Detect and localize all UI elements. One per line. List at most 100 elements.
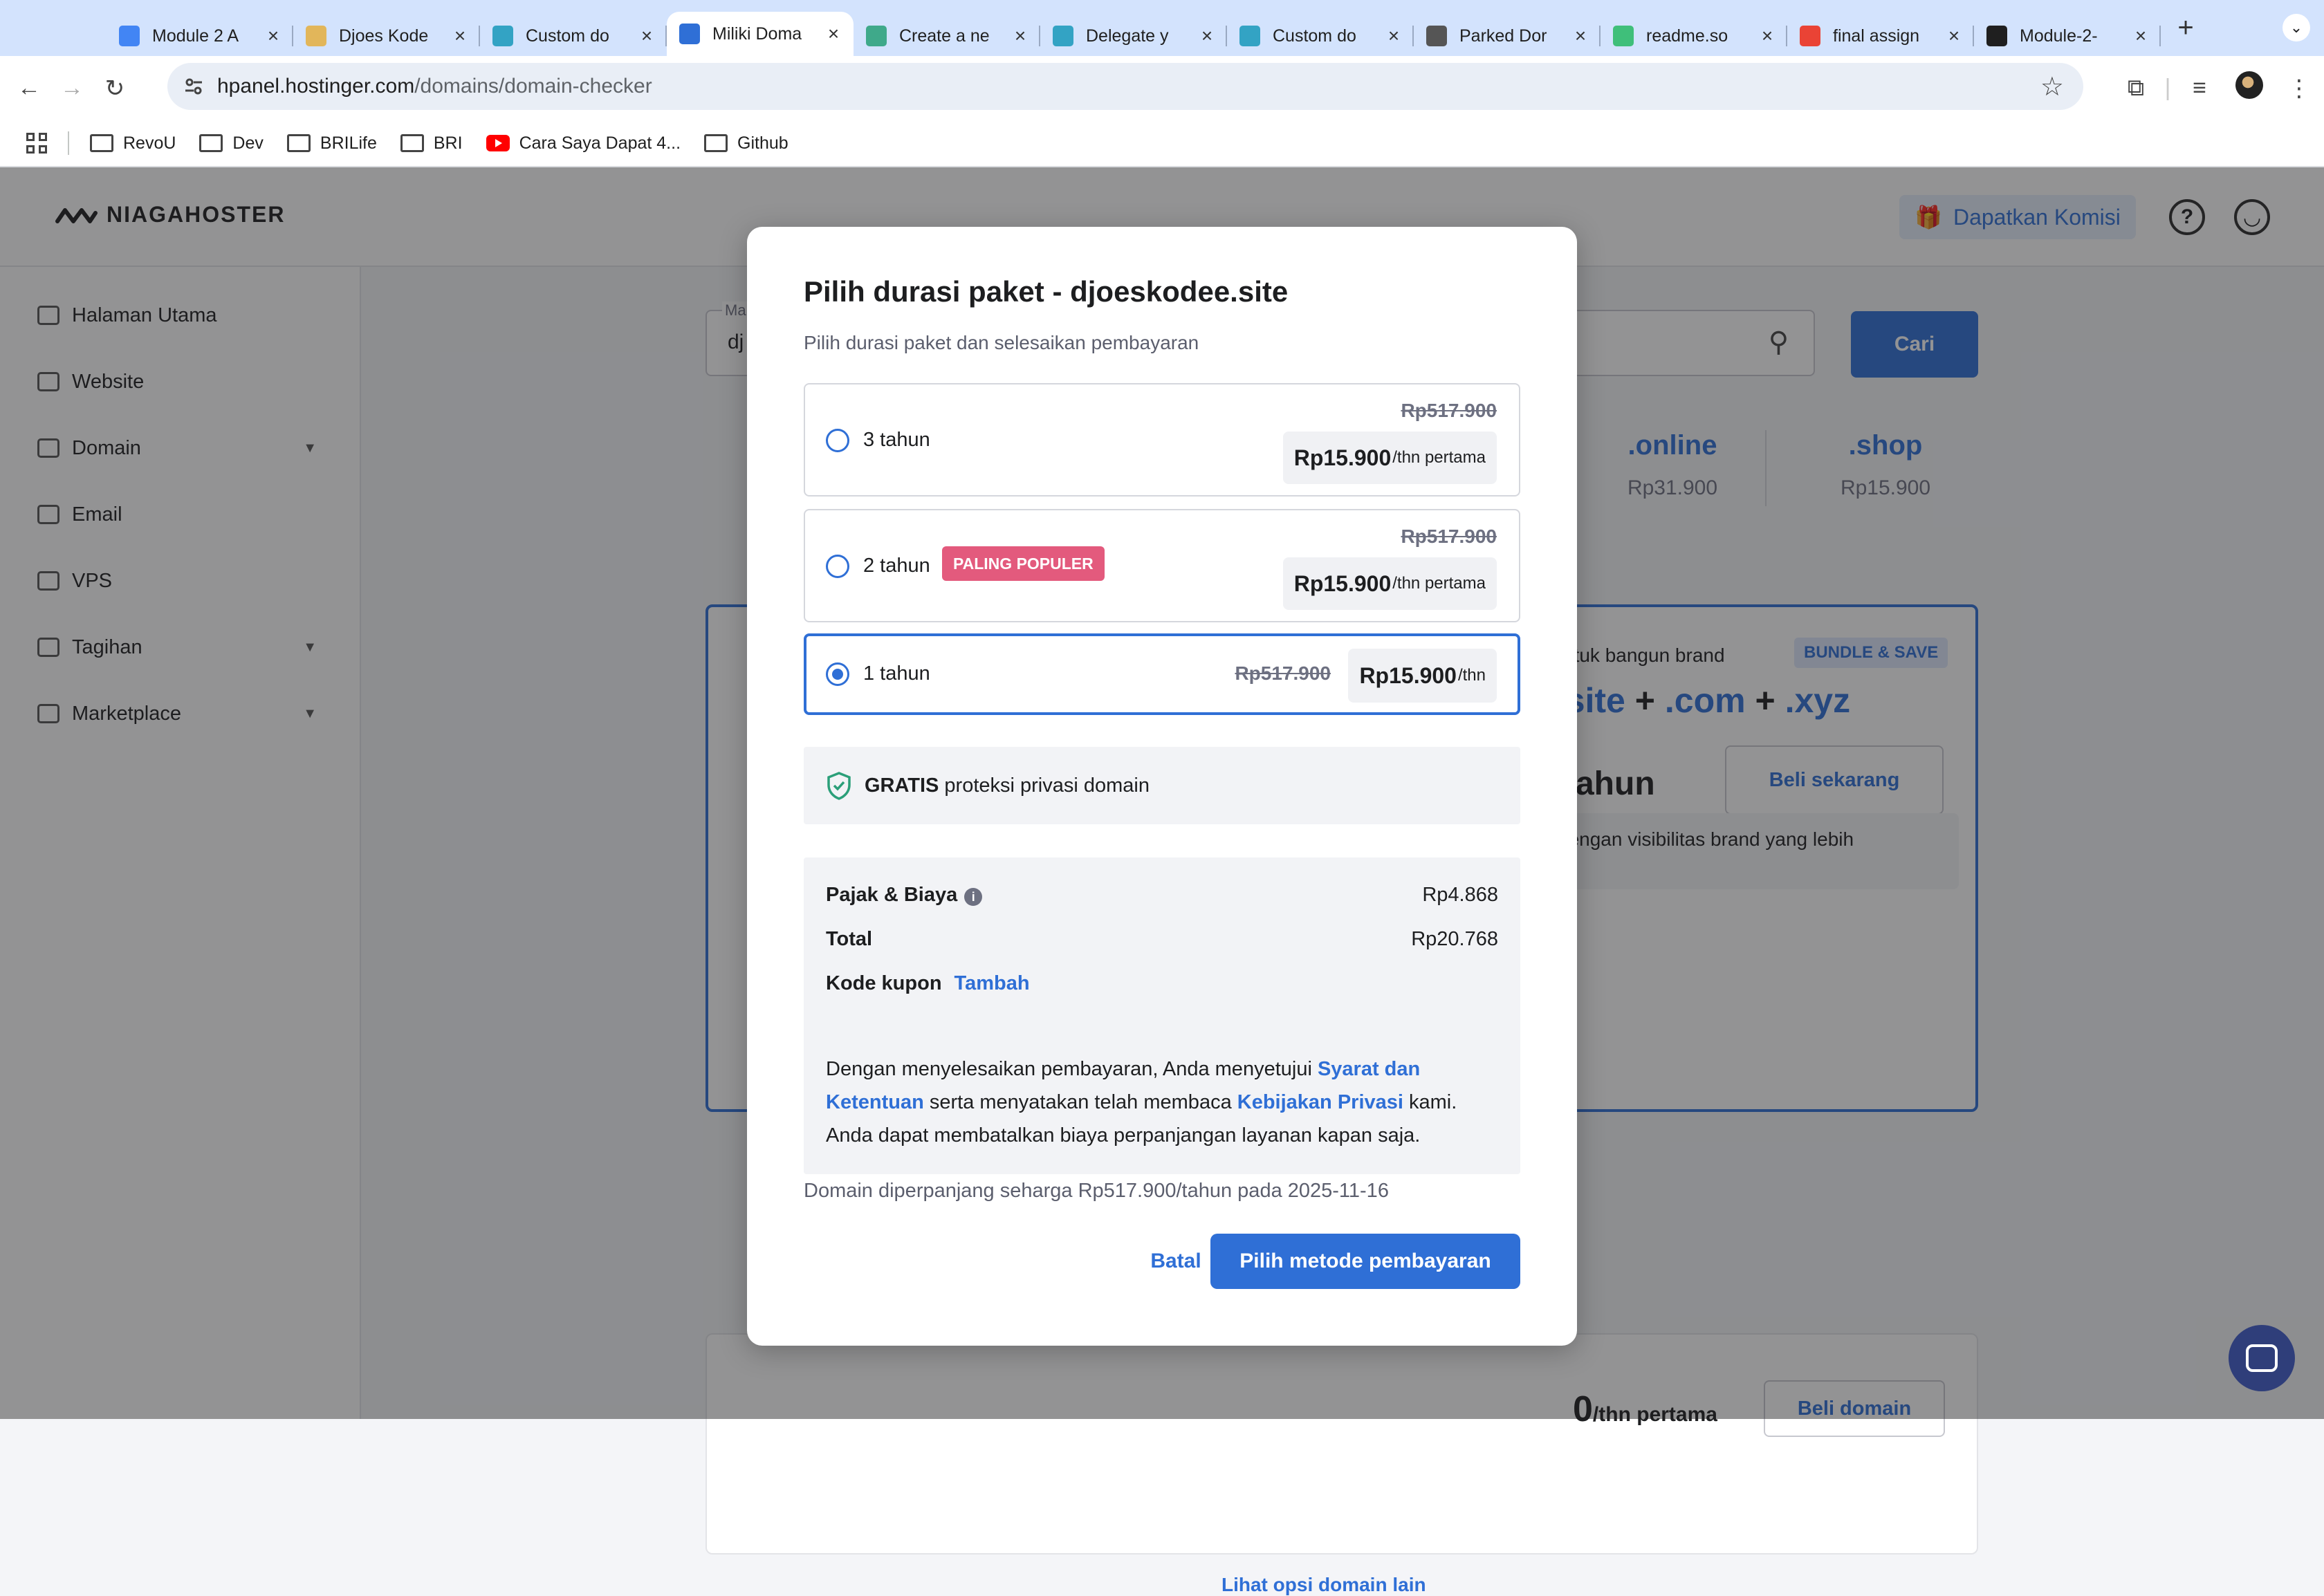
coupon-row: Kode kupon Tambah — [826, 972, 1498, 995]
browser-tab[interactable]: Delegate y × — [1040, 16, 1227, 56]
close-tab-icon[interactable]: × — [263, 25, 284, 47]
choose-payment-button[interactable]: Pilih metode pembayaran — [1210, 1234, 1520, 1289]
new-tab-button[interactable]: + — [2172, 12, 2200, 44]
tab-title: Parked Dor — [1459, 26, 1547, 46]
tax-row: Pajak & Biaya i Rp4.868 — [826, 884, 1498, 907]
close-tab-icon[interactable]: × — [636, 25, 657, 47]
close-tab-icon[interactable]: × — [2130, 25, 2151, 47]
info-icon[interactable]: i — [964, 888, 983, 906]
folder-icon — [199, 134, 223, 152]
extensions-icon[interactable]: ⧉ — [2111, 75, 2161, 102]
close-tab-icon[interactable]: × — [1197, 25, 1217, 47]
option-radio[interactable] — [826, 555, 849, 578]
gif-icon — [306, 26, 326, 46]
order-summary: Pajak & Biaya i Rp4.868 Total Rp20.768 Kode… — [804, 857, 1520, 1174]
github-icon — [1986, 26, 2007, 46]
close-tab-icon[interactable]: × — [1010, 25, 1031, 47]
option-price-value: Rp15.900 — [1293, 445, 1392, 470]
option-price-value: Rp15.900 — [1293, 570, 1392, 596]
bookmark-label: Dev — [232, 133, 264, 153]
bookmark-label: BRI — [433, 133, 463, 153]
tab-title: Miliki Doma — [712, 24, 802, 44]
tab-title: Custom do — [526, 26, 609, 46]
more-options-link[interactable]: Lihat opsi domain lain — [1221, 1574, 1426, 1596]
browser-tab[interactable]: final assign × — [1787, 16, 1974, 56]
youtube-icon — [486, 135, 510, 151]
bookmark-item[interactable]: Dev — [199, 133, 264, 154]
google-icon — [1800, 26, 1820, 46]
reload-button[interactable]: ↻ — [101, 75, 129, 102]
bookmark-item[interactable]: BRI — [400, 133, 463, 154]
close-tab-icon[interactable]: × — [450, 25, 470, 47]
close-tab-icon[interactable]: × — [1757, 25, 1778, 47]
bookmarks-bar: RevoU Dev BRILife BRI Cara Saya Dapat 4... Gi… — [0, 120, 2324, 167]
menu-icon[interactable]: ⋮ — [2274, 75, 2324, 102]
option-1-year[interactable]: 1 tahun Rp517.900 Rp15.900/thn — [804, 633, 1520, 715]
option-old-price: Rp517.900 — [1401, 400, 1497, 421]
option-3-years[interactable]: 3 tahun Rp517.900 Rp15.900/thn pertama — [804, 383, 1520, 497]
bookmark-item[interactable]: Github — [704, 133, 788, 154]
option-price: Rp15.900/thn pertama — [1282, 557, 1497, 610]
option-radio[interactable] — [826, 429, 849, 452]
option-price: Rp15.900/thn pertama — [1282, 432, 1497, 484]
tax-value: Rp4.868 — [1422, 884, 1498, 906]
total-row: Total Rp20.768 — [826, 928, 1498, 951]
privacy-policy-link[interactable]: Kebijakan Privasi — [1237, 1091, 1403, 1113]
bookmark-star-icon[interactable]: ☆ — [2040, 71, 2064, 102]
browser-tab[interactable]: Parked Dor × — [1414, 16, 1601, 56]
folder-icon — [90, 134, 113, 152]
profile-avatar[interactable] — [2224, 71, 2274, 105]
folder-icon — [704, 134, 728, 152]
privacy-text: proteksi privasi domain — [944, 774, 1150, 797]
browser-tab[interactable]: Custom do × — [1227, 16, 1414, 56]
forward-button[interactable]: → — [58, 75, 86, 102]
coupon-label: Kode kupon — [826, 972, 942, 994]
url-path: /domains/domain-checker — [414, 75, 652, 98]
browser-tab[interactable]: readme.so × — [1601, 16, 1787, 56]
option-old-price: Rp517.900 — [1401, 526, 1497, 547]
address-bar[interactable]: hpanel.hostinger.com/domains/domain-chec… — [167, 63, 2083, 110]
hub-icon — [1239, 26, 1260, 46]
back-button[interactable]: ← — [15, 75, 43, 102]
close-tab-icon[interactable]: × — [1570, 25, 1591, 47]
browser-tab[interactable]: Module-2- × — [1974, 16, 2161, 56]
terms-part: Dengan menyelesaikan pembayaran, Anda me… — [826, 1058, 1318, 1080]
option-price: Rp15.900/thn — [1348, 649, 1497, 703]
tab-title: Delegate y — [1086, 26, 1169, 46]
renewal-note: Domain diperpanjang seharga Rp517.900/ta… — [804, 1180, 1389, 1202]
tab-title: Djoes Kode — [339, 26, 429, 46]
browser-tab[interactable]: Create a ne × — [854, 16, 1040, 56]
option-radio-selected[interactable] — [826, 662, 849, 686]
browser-tab[interactable]: Miliki Doma × — [667, 12, 854, 56]
bookmarks-divider — [68, 131, 69, 155]
tab-search-button[interactable]: ⌄ — [2282, 14, 2310, 41]
tab-title: Module-2- — [2020, 26, 2098, 46]
apps-grid-icon[interactable] — [26, 133, 47, 154]
media-control-icon[interactable]: ≡ — [2175, 75, 2224, 102]
bookmark-label: Cara Saya Dapat 4... — [519, 133, 681, 153]
option-old-price: Rp517.900 — [1235, 662, 1331, 684]
close-tab-icon[interactable]: × — [823, 23, 844, 45]
close-tab-icon[interactable]: × — [1383, 25, 1404, 47]
option-2-years[interactable]: 2 tahun PALING POPULER Rp517.900 Rp15.90… — [804, 509, 1520, 622]
option-label: 3 tahun — [863, 429, 930, 451]
shield-check-icon — [827, 772, 851, 800]
bookmark-item[interactable]: RevoU — [90, 133, 176, 154]
bookmark-label: RevoU — [123, 133, 176, 153]
close-tab-icon[interactable]: × — [1944, 25, 1964, 47]
bookmark-item[interactable]: Cara Saya Dapat 4... — [486, 133, 681, 154]
site-settings-icon[interactable] — [183, 75, 205, 98]
browser-tab[interactable]: Module 2 A × — [107, 16, 293, 56]
option-price-unit: /thn pertama — [1392, 448, 1486, 467]
hub-icon — [1053, 26, 1073, 46]
browser-tab[interactable]: Custom do × — [480, 16, 667, 56]
option-price-unit: /thn pertama — [1392, 574, 1486, 593]
browser-tab[interactable]: Djoes Kode × — [293, 16, 480, 56]
folder-icon — [286, 134, 311, 152]
chevron-down-icon: ⌄ — [2289, 19, 2303, 36]
chat-button[interactable] — [2229, 1325, 2295, 1391]
tab-strip: Module 2 A × Djoes Kode × Custom do × Miliki D… — [0, 0, 2324, 56]
add-coupon-link[interactable]: Tambah — [954, 972, 1030, 995]
bookmark-item[interactable]: BRILife — [286, 133, 377, 154]
option-price-unit: /thn — [1457, 666, 1486, 685]
